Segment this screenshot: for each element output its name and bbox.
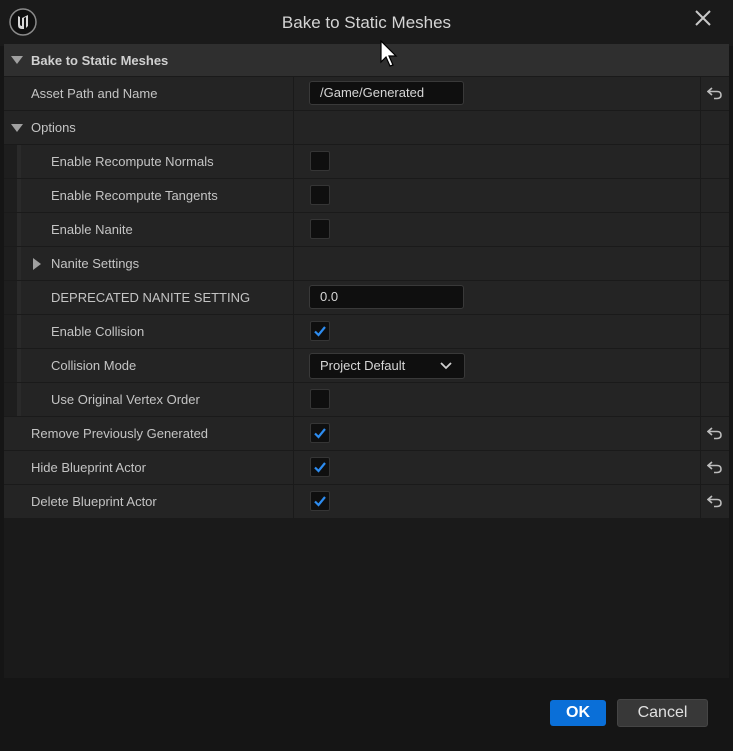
hide-blueprint-actor-label: Hide Blueprint Actor bbox=[31, 460, 146, 475]
enable-collision-checkbox[interactable] bbox=[310, 321, 330, 341]
enable-collision-label: Enable Collision bbox=[51, 324, 145, 339]
reset-to-default-icon[interactable] bbox=[707, 494, 723, 508]
reset-to-default-icon[interactable] bbox=[707, 426, 723, 440]
row-enable-nanite: Enable Nanite bbox=[4, 213, 729, 247]
close-icon[interactable] bbox=[693, 8, 713, 28]
collapse-triangle-icon[interactable] bbox=[11, 124, 23, 132]
asset-path-label: Asset Path and Name bbox=[31, 86, 158, 101]
reset-to-default-icon[interactable] bbox=[707, 86, 723, 100]
row-options[interactable]: Options bbox=[4, 111, 729, 145]
recompute-tangents-label: Enable Recompute Tangents bbox=[51, 188, 218, 203]
row-asset-path: Asset Path and Name /Game/Generated bbox=[4, 77, 729, 111]
row-recompute-normals: Enable Recompute Normals bbox=[4, 145, 729, 179]
reset-to-default-icon[interactable] bbox=[707, 460, 723, 474]
ok-button[interactable]: OK bbox=[550, 700, 606, 726]
original-vertex-order-checkbox[interactable] bbox=[310, 389, 330, 409]
row-remove-previously-generated: Remove Previously Generated bbox=[4, 417, 729, 451]
row-nanite-settings[interactable]: Nanite Settings bbox=[4, 247, 729, 281]
row-hide-blueprint-actor: Hide Blueprint Actor bbox=[4, 451, 729, 485]
nanite-settings-label: Nanite Settings bbox=[51, 256, 140, 271]
enable-nanite-checkbox[interactable] bbox=[310, 219, 330, 239]
collision-mode-value: Project Default bbox=[320, 358, 406, 373]
deprecated-nanite-input[interactable]: 0.0 bbox=[309, 285, 464, 309]
collision-mode-label: Collision Mode bbox=[51, 358, 137, 373]
collapse-triangle-icon[interactable] bbox=[11, 56, 23, 64]
title-bar: Bake to Static Meshes bbox=[0, 0, 733, 46]
recompute-normals-checkbox[interactable] bbox=[310, 151, 330, 171]
options-label: Options bbox=[31, 120, 76, 135]
chevron-down-icon bbox=[440, 362, 452, 370]
remove-previously-generated-label: Remove Previously Generated bbox=[31, 426, 209, 441]
recompute-tangents-checkbox[interactable] bbox=[310, 185, 330, 205]
checkmark-icon bbox=[314, 428, 326, 439]
row-recompute-tangents: Enable Recompute Tangents bbox=[4, 179, 729, 213]
asset-path-input[interactable]: /Game/Generated bbox=[309, 81, 464, 105]
mouse-cursor-icon bbox=[380, 40, 398, 67]
delete-blueprint-actor-checkbox[interactable] bbox=[310, 491, 330, 511]
cancel-button[interactable]: Cancel bbox=[617, 699, 708, 727]
row-enable-collision: Enable Collision bbox=[4, 315, 729, 349]
delete-blueprint-actor-label: Delete Blueprint Actor bbox=[31, 494, 157, 509]
enable-nanite-label: Enable Nanite bbox=[51, 222, 133, 237]
recompute-normals-label: Enable Recompute Normals bbox=[51, 154, 214, 169]
original-vertex-order-label: Use Original Vertex Order bbox=[51, 392, 200, 407]
checkmark-icon bbox=[314, 462, 326, 473]
row-original-vertex-order: Use Original Vertex Order bbox=[4, 383, 729, 417]
row-collision-mode: Collision Mode Project Default bbox=[4, 349, 729, 383]
checkmark-icon bbox=[314, 326, 326, 337]
window-title: Bake to Static Meshes bbox=[281, 13, 452, 32]
category-label: Bake to Static Meshes bbox=[31, 53, 169, 68]
row-delete-blueprint-actor: Delete Blueprint Actor bbox=[4, 485, 729, 519]
collision-mode-dropdown[interactable]: Project Default bbox=[309, 353, 465, 379]
category-header[interactable]: Bake to Static Meshes bbox=[4, 44, 729, 76]
checkmark-icon bbox=[314, 496, 326, 507]
deprecated-nanite-label: DEPRECATED NANITE SETTING bbox=[51, 290, 251, 305]
row-deprecated-nanite: DEPRECATED NANITE SETTING 0.0 bbox=[4, 281, 729, 315]
details-panel: Bake to Static Meshes Asset Path and Nam… bbox=[4, 44, 729, 678]
remove-previously-generated-checkbox[interactable] bbox=[310, 423, 330, 443]
hide-blueprint-actor-checkbox[interactable] bbox=[310, 457, 330, 477]
expand-triangle-icon[interactable] bbox=[33, 258, 41, 270]
